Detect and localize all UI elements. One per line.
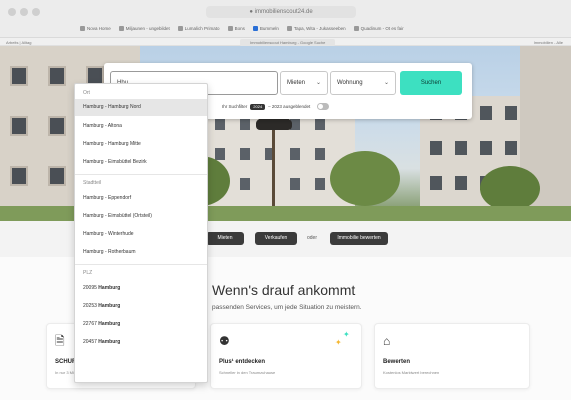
bookmark-icon <box>80 25 85 31</box>
search-button[interactable]: Suchen <box>400 71 462 95</box>
bookmark-icon <box>286 25 292 31</box>
active-tab[interactable]: Immobilienscout Hamburg - Google Suche <box>240 39 336 46</box>
window-zoom-icon[interactable] <box>32 8 40 16</box>
sparkle-icon: ✦ <box>343 330 350 339</box>
verkaufen-button[interactable]: Verkaufen <box>255 232 297 245</box>
document-check-icon: 🗎 <box>55 334 65 348</box>
bookmark-item[interactable]: Nova Home <box>80 25 111 31</box>
address-bar[interactable]: ● immobilienscout24.de <box>206 6 356 18</box>
chevron-down-icon: ⌄ <box>315 80 321 86</box>
dropdown-option[interactable]: 22767 Hamburg <box>75 316 207 333</box>
plz-code: 22767 <box>83 321 97 327</box>
location-autocomplete-dropdown: Ort Hamburg - Hamburg Nord Hamburg - Alt… <box>74 83 208 383</box>
bookmark-item[interactable]: Bummeln <box>252 25 279 31</box>
bookmark-item[interactable]: Miljaunen - ungebildet <box>118 25 170 31</box>
plz-code: 20253 <box>83 303 97 309</box>
plz-city: Hamburg <box>98 303 121 309</box>
dropdown-option[interactable]: Hamburg - Eimsbüttel Bezirk <box>75 154 207 171</box>
plz-code: 20457 <box>83 339 97 345</box>
section-subline: passenden Services, um jede Situation zu… <box>212 304 362 311</box>
dropdown-option[interactable]: Hamburg - Winterhude <box>75 226 207 243</box>
plz-city: Hamburg <box>98 285 121 291</box>
filter-toggle[interactable] <box>317 103 330 110</box>
tab-group-label[interactable]: Arbeits | Alltag <box>6 40 32 45</box>
rent-buy-label: Mieten <box>287 80 306 86</box>
rent-buy-select[interactable]: Mieten ⌄ <box>280 71 328 95</box>
sparkle-icon: ✦ <box>335 338 342 347</box>
filter-badge: 2024 <box>250 103 266 110</box>
house-value-icon: ⌂ <box>383 334 391 348</box>
dropdown-option[interactable]: Hamburg - Eimsbüttel (Ortsteil) <box>75 208 207 225</box>
section-headline: Wenn's drauf ankommt <box>212 282 356 298</box>
bookmark-icon <box>252 25 258 31</box>
dropdown-option[interactable]: Hamburg - Eppendorf <box>75 190 207 207</box>
filter-suffix: – 2023 ausgeblendet <box>268 104 311 109</box>
dropdown-section-header: PLZ <box>83 270 93 276</box>
card-text: Schneller in den Traumzuhause <box>219 370 276 375</box>
dropdown-section-header: Stadtteil <box>83 180 102 186</box>
window-close-icon[interactable] <box>8 8 16 16</box>
dropdown-option[interactable]: 20253 Hamburg <box>75 298 207 315</box>
card-title: Plus¹ entdecken <box>219 359 266 365</box>
chevron-down-icon: ⌄ <box>383 80 389 86</box>
dropdown-divider <box>75 174 207 175</box>
card-text: Kostenlos Marktwert berechnen <box>383 370 440 375</box>
dropdown-divider <box>75 264 207 265</box>
bookmark-icon <box>353 25 359 31</box>
card-title: Bewerten <box>383 359 411 365</box>
oder-label: oder <box>307 235 318 241</box>
bewerten-button[interactable]: Immobilie bewerten <box>330 232 388 245</box>
saved-filter-row: Ihr Suchfilter 2024 – 2023 ausgeblendet <box>222 103 330 110</box>
bookmark-icon <box>177 25 183 31</box>
dropdown-option[interactable]: 20095 Hamburg <box>75 280 207 297</box>
bookmark-icon <box>118 25 124 31</box>
window-minimize-icon[interactable] <box>20 8 28 16</box>
tab-right-label[interactable]: Immobilien - Alle <box>534 40 563 45</box>
filter-prefix: Ihr Suchfilter <box>222 104 248 109</box>
browser-toolbar: ● immobilienscout24.de Nova Home Miljaun… <box>0 0 571 38</box>
tab-strip: Arbeits | Alltag Immobilienscout Hamburg… <box>0 38 571 46</box>
bookmark-item[interactable]: Quadinum - Ot es fair <box>353 25 404 31</box>
user-plus-icon: ⚉ <box>219 334 230 348</box>
dropdown-option[interactable]: Hamburg - Hamburg Mitte <box>75 136 207 153</box>
dropdown-option[interactable]: 20457 Hamburg <box>75 334 207 351</box>
dropdown-section-header: Ort <box>83 90 90 96</box>
plus-card[interactable]: ⚉ ✦ ✦ Plus¹ entdecken Schneller in den T… <box>210 323 362 389</box>
bookmark-icon <box>227 25 233 31</box>
dropdown-option[interactable]: Hamburg - Hamburg Nord <box>75 99 207 116</box>
property-type-select[interactable]: Wohnung ⌄ <box>330 71 396 95</box>
property-type-label: Wohnung <box>337 80 363 86</box>
dropdown-option[interactable]: Hamburg - Altona <box>75 118 207 135</box>
mieten-button[interactable]: Mieten <box>206 232 244 245</box>
plz-city: Hamburg <box>98 339 121 345</box>
bewerten-card[interactable]: ⌂ Bewerten Kostenlos Marktwert berechnen <box>374 323 530 389</box>
plz-code: 20095 <box>83 285 97 291</box>
bookmark-item[interactable]: Bons <box>227 25 245 31</box>
bookmark-item[interactable]: Tapa, Wita - Jukasseeben <box>286 25 346 31</box>
bookmarks-bar: Nova Home Miljaunen - ungebildet Lumalic… <box>80 23 404 33</box>
bookmark-item[interactable]: Lumalich Primato <box>177 25 220 31</box>
plz-city: Hamburg <box>98 321 121 327</box>
dropdown-option[interactable]: Hamburg - Rotherbaum <box>75 244 207 261</box>
